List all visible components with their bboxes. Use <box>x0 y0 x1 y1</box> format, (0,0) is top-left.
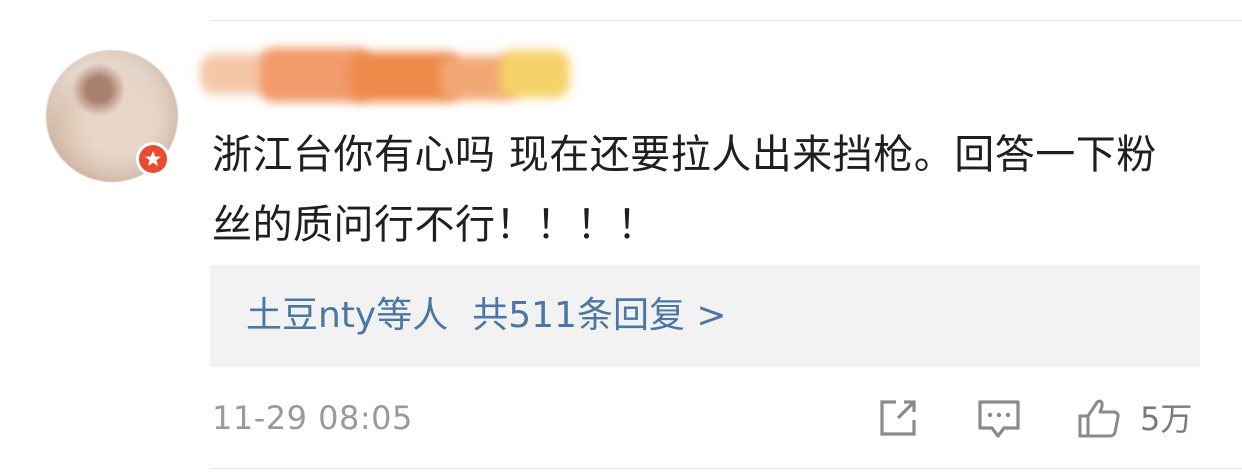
reply-count[interactable]: 共511条回复 <box>472 295 685 336</box>
comment-card: 浙江台你有心吗 现在还要拉人出来挡枪。回答一下粉丝的质问行不行！！！！ 土豆nt… <box>0 0 1242 476</box>
verified-badge-icon <box>136 142 170 176</box>
comment-text: 浙江台你有心吗 现在还要拉人出来挡枪。回答一下粉丝的质问行不行！！！！ <box>212 132 1157 248</box>
share-icon <box>880 400 916 436</box>
like-count: 5万 <box>1140 400 1193 438</box>
replies-line: 土豆nty等人 共511条回复 > <box>246 293 727 339</box>
comment-icon <box>978 400 1020 438</box>
share-button[interactable] <box>874 394 922 442</box>
top-divider <box>210 20 1242 21</box>
timestamp: 11-29 08:05 <box>212 399 413 437</box>
username-blurred[interactable] <box>200 44 580 112</box>
avatar[interactable] <box>46 50 178 182</box>
verified-star-icon <box>145 151 161 166</box>
replies-summary[interactable]: 土豆nty等人 共511条回复 > <box>210 265 1200 367</box>
like-button[interactable]: 5万 <box>1076 394 1206 442</box>
reply-users[interactable]: 土豆nty等人 <box>246 295 448 336</box>
bottom-divider <box>210 468 1242 469</box>
comment-button[interactable] <box>976 394 1022 442</box>
chevron-right-icon: > <box>696 295 727 336</box>
thumbs-up-icon <box>1078 399 1120 438</box>
